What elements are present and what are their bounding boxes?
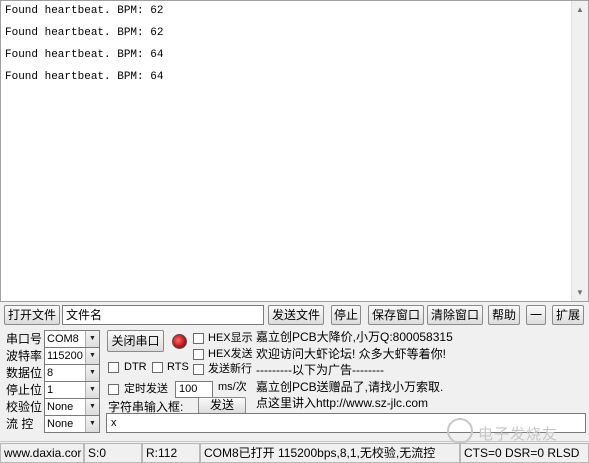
chevron-down-icon[interactable]: ▼ xyxy=(85,399,99,415)
port-status-text: COM8已打开 115200bps,8,1,无校验,无流控 xyxy=(200,443,460,463)
stopbits-value: 1 xyxy=(47,384,54,396)
receive-text-area[interactable]: Found heartbeat. BPM: 62 Found heartbeat… xyxy=(0,0,589,302)
scroll-up-icon[interactable]: ▲ xyxy=(572,1,588,18)
send-newline-checkbox[interactable] xyxy=(193,364,204,375)
file-name-field[interactable]: 文件名 xyxy=(62,305,264,325)
clear-window-button[interactable]: 清除窗口 xyxy=(427,305,483,325)
hex-send-checkbox[interactable] xyxy=(193,349,204,360)
dtr-label: DTR xyxy=(124,361,147,373)
port-status-led-icon xyxy=(172,334,187,349)
interval-input[interactable]: 100 xyxy=(175,381,213,398)
flow-value: None xyxy=(47,418,74,430)
parity-label: 校验位 xyxy=(6,400,43,414)
scroll-down-icon[interactable]: ▼ xyxy=(572,284,588,301)
ad-panel: 嘉立创PCB大降价,小万Q:800058315 欢迎访问大虾论坛! 众多大虾等着… xyxy=(256,329,586,413)
file-toolbar: 打开文件 文件名 发送文件 停止 保存窗口 清除窗口 帮助 一 扩展 xyxy=(0,304,589,326)
ad-divider-line: ---------以下为广告-------- xyxy=(256,363,384,377)
ad-line[interactable]: 嘉立创PCB送赠品了,请找小万索取. xyxy=(256,379,586,396)
stopbits-label: 停止位 xyxy=(6,383,43,397)
databits-label: 数据位 xyxy=(6,366,43,380)
port-label: 串口号 xyxy=(6,332,43,346)
databits-value: 8 xyxy=(47,367,54,379)
send-newline-label: 发送新行 xyxy=(208,363,252,375)
receive-line: Found heartbeat. BPM: 64 xyxy=(5,71,164,83)
databits-select[interactable]: 8 ▼ xyxy=(44,364,100,382)
parity-value: None xyxy=(47,401,74,413)
rts-checkbox[interactable] xyxy=(152,362,163,373)
chevron-down-icon[interactable]: ▼ xyxy=(85,365,99,381)
save-window-button[interactable]: 保存窗口 xyxy=(368,305,424,325)
send-button[interactable]: 发送 xyxy=(198,397,246,414)
hex-display-checkbox[interactable] xyxy=(193,333,204,344)
open-file-button[interactable]: 打开文件 xyxy=(4,305,60,325)
timed-send-checkbox[interactable] xyxy=(108,384,119,395)
receive-line: Found heartbeat. BPM: 64 xyxy=(5,49,164,61)
baud-label: 波特率 xyxy=(6,349,43,363)
chevron-down-icon[interactable]: ▼ xyxy=(85,348,99,364)
flow-select[interactable]: None ▼ xyxy=(44,415,100,433)
receive-line: Found heartbeat. BPM: 62 xyxy=(5,5,164,17)
help-button[interactable]: 帮助 xyxy=(488,305,520,325)
send-file-button[interactable]: 发送文件 xyxy=(268,305,324,325)
site-link[interactable]: www.daxia.cor xyxy=(0,443,84,463)
stop-button[interactable]: 停止 xyxy=(331,305,361,325)
ad-line[interactable]: 嘉立创PCB大降价,小万Q:800058315 xyxy=(256,329,586,346)
minus-button[interactable]: 一 xyxy=(526,305,546,325)
port-value: COM8 xyxy=(47,333,79,345)
baud-select[interactable]: 115200 ▼ xyxy=(44,347,100,365)
interval-unit-label: ms/次 xyxy=(218,381,247,393)
sent-count: S:0 xyxy=(84,443,142,463)
timed-send-label: 定时发送 xyxy=(124,383,168,395)
baud-value: 115200 xyxy=(47,350,83,362)
port-select[interactable]: COM8 ▼ xyxy=(44,330,100,348)
signal-status: CTS=0 DSR=0 RLSD xyxy=(460,443,589,463)
status-bar: www.daxia.cor S:0 R:112 COM8已打开 115200bp… xyxy=(0,441,589,463)
stopbits-select[interactable]: 1 ▼ xyxy=(44,381,100,399)
rts-label: RTS xyxy=(167,361,189,373)
ad-line[interactable]: 欢迎访问大虾论坛! 众多大虾等着你! xyxy=(256,346,586,363)
close-port-button[interactable]: 关闭串口 xyxy=(107,330,164,352)
receive-line: Found heartbeat. BPM: 62 xyxy=(5,27,164,39)
ad-link[interactable]: 点这里讲入http://www.sz-jlc.com xyxy=(256,395,586,412)
flow-label: 流 控 xyxy=(6,417,34,431)
receive-lines: Found heartbeat. BPM: 62 Found heartbeat… xyxy=(5,3,570,91)
received-count: R:112 xyxy=(142,443,200,463)
hex-send-label: HEX发送 xyxy=(208,348,253,360)
vertical-scrollbar[interactable]: ▲ ▼ xyxy=(571,1,588,301)
expand-button[interactable]: 扩展 xyxy=(552,305,584,325)
hex-display-label: HEX显示 xyxy=(208,332,253,344)
parity-select[interactable]: None ▼ xyxy=(44,398,100,416)
chevron-down-icon[interactable]: ▼ xyxy=(85,382,99,398)
chevron-down-icon[interactable]: ▼ xyxy=(85,331,99,347)
dtr-checkbox[interactable] xyxy=(108,362,119,373)
chevron-down-icon[interactable]: ▼ xyxy=(85,416,99,432)
